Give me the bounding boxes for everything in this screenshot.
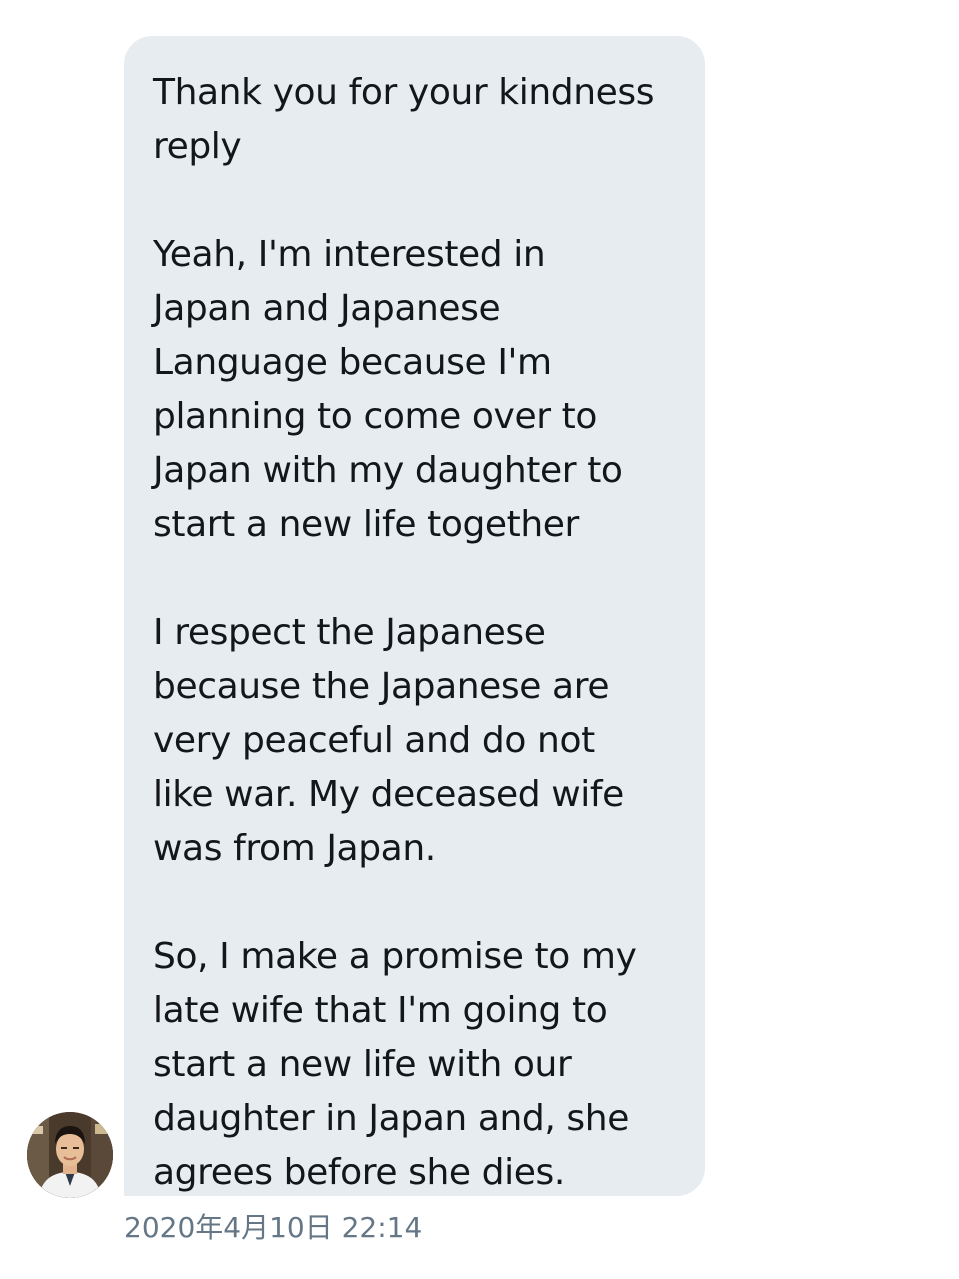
message-paragraph: Thank you for your kindness reply [153,72,655,167]
sender-avatar[interactable] [27,1112,113,1198]
message-paragraph: I respect the Japanese because the Japan… [153,612,624,869]
message-bubble[interactable]: Thank you for your kindness reply Yeah, … [124,36,705,1196]
profile-photo-icon [27,1112,113,1198]
message-paragraph: Yeah, I'm interested in Japan and Japane… [153,234,623,545]
message-timestamp: 2020年4月10日 22:14 [124,1211,423,1244]
message-paragraph: So, I make a promise to my late wife tha… [153,936,637,1193]
